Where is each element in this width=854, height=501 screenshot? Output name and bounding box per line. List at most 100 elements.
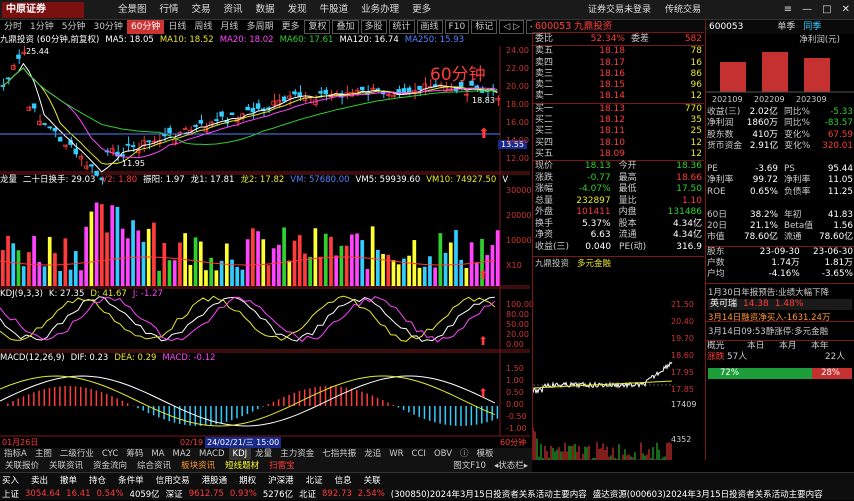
order-level[interactable]: 卖五 18.18 78	[533, 46, 704, 57]
period-tab[interactable]: ◁ ▷	[499, 20, 524, 34]
order-level[interactable]: 买五 18.09 12	[533, 149, 704, 160]
indicator-tab[interactable]: 龙量	[251, 448, 276, 460]
ticker-item[interactable]: (300850)2024年3月15日投资者关系活动主要内容	[391, 488, 587, 500]
menu-item[interactable]: 全景图	[118, 0, 147, 20]
menu-icon[interactable]: ≡	[784, 0, 792, 20]
news-item[interactable]: 1月30日年报预告:业绩大幅下降	[706, 284, 854, 297]
order-level[interactable]: 买一 18.13 770	[533, 104, 704, 115]
period-tab[interactable]: 统计	[388, 20, 415, 34]
period-tab[interactable]: 月线	[216, 20, 242, 34]
login-link[interactable]: 传统交易	[665, 0, 701, 20]
trade-shortcut[interactable]: 期权	[239, 474, 256, 486]
indicator-tab[interactable]: MA2	[168, 448, 195, 460]
indicator-tab[interactable]: 七指共振	[318, 448, 360, 460]
chart-mark	[219, 260, 224, 286]
indicator-tab[interactable]: 模板	[473, 448, 498, 460]
period-tab[interactable]: 30分钟	[89, 20, 126, 34]
indicator-tab[interactable]: WR	[385, 448, 407, 460]
info-tab[interactable]: 资金流向	[88, 460, 132, 472]
trade-shortcut[interactable]: 沪深港	[268, 474, 294, 486]
indicator-tab[interactable]: 主图	[31, 448, 56, 460]
menu-item[interactable]: 牛股道	[320, 0, 349, 20]
menu-item[interactable]: 发现	[288, 0, 307, 20]
indicator-tab[interactable]: 龙追	[360, 448, 385, 460]
order-level[interactable]: 买三 18.11 25	[533, 126, 704, 137]
info-tab[interactable]: 综合资讯	[132, 460, 176, 472]
period-tab[interactable]: 叠加	[332, 20, 359, 34]
chart-mark	[375, 88, 381, 91]
tab-year[interactable]: 本年	[811, 341, 829, 352]
panel-toggle[interactable]: 图文F10	[449, 460, 490, 472]
period-tab[interactable]: 更多	[277, 20, 303, 34]
trade-shortcut[interactable]: 卖出	[31, 474, 48, 486]
menu-item[interactable]: 业务办理	[361, 0, 399, 20]
indicator-tab[interactable]: MACD	[195, 448, 228, 460]
news-item[interactable]: 3月14日09:53静涨停:多元金融	[706, 322, 854, 340]
trade-shortcut[interactable]: 条件单	[118, 474, 144, 486]
indicator-tab[interactable]: 二级行业	[56, 448, 98, 460]
period-tab[interactable]: 标记	[471, 20, 498, 34]
info-tab[interactable]: 关联报价	[0, 460, 44, 472]
period-tab[interactable]: 复权	[304, 20, 331, 34]
menu-item[interactable]: 交易	[192, 0, 211, 20]
info-tab[interactable]: 板块资讯	[176, 460, 220, 472]
period-tab[interactable]: 日线	[164, 20, 190, 34]
indicator-tab[interactable]: 主力资金	[276, 448, 318, 460]
tab-today[interactable]: 本日	[747, 341, 779, 352]
trade-shortcut[interactable]: 买入	[2, 474, 19, 486]
indicator-tab[interactable]: 筹码	[122, 448, 147, 460]
period-tab[interactable]: 画线	[416, 20, 443, 34]
period-tab[interactable]: 多周期	[242, 20, 277, 34]
trade-shortcut[interactable]: 信息	[335, 474, 352, 486]
order-level[interactable]: 买二 18.12 35	[533, 115, 704, 126]
trade-shortcut[interactable]: 撤单	[60, 474, 77, 486]
period-tab[interactable]: 周线	[190, 20, 216, 34]
trade-shortcut[interactable]: 关联	[364, 474, 381, 486]
indicator-tab[interactable]: OBV	[430, 448, 456, 460]
indicator-tab[interactable]: 指标A	[0, 448, 31, 460]
trade-shortcut[interactable]: 北证	[306, 474, 323, 486]
news-item[interactable]: 3月14日融资净买入-1631.24万	[708, 311, 830, 323]
intraday-mini-chart[interactable]	[533, 300, 673, 460]
panel-toggle[interactable]: ◂状态栏▸	[490, 460, 532, 472]
chart-area[interactable]	[0, 46, 532, 460]
login-link[interactable]: 证券交易未登录	[588, 0, 651, 20]
info-tab[interactable]: 关联资讯	[44, 460, 88, 472]
close-icon[interactable]: ✕	[842, 0, 850, 20]
trade-shortcut[interactable]: 信用交易	[156, 474, 190, 486]
ticker-item[interactable]: 盛达资源(000603)2024年3月15日投资者关系活动主要内容	[593, 488, 823, 500]
order-level[interactable]: 卖三 18.16 86	[533, 69, 704, 80]
period-tab[interactable]: F10	[444, 20, 470, 34]
order-level[interactable]: 卖一 18.14 12	[533, 91, 704, 102]
order-level[interactable]: 卖二 18.15 96	[533, 80, 704, 91]
menu-item[interactable]: 行情	[160, 0, 179, 20]
period-tab[interactable]: 5分钟	[58, 20, 90, 34]
chart-mark	[422, 83, 427, 90]
menu-item[interactable]: 数据	[256, 0, 275, 20]
popup-quote[interactable]: 英可瑞 14.38 1.48%	[708, 298, 852, 310]
order-level[interactable]: 卖四 18.17 16	[533, 58, 704, 69]
menu-item[interactable]: 更多	[412, 0, 431, 20]
minimize-icon[interactable]: —	[802, 0, 812, 20]
indicator-tab[interactable]: MA	[147, 448, 168, 460]
order-level[interactable]: 买四 18.10 12	[533, 138, 704, 149]
tab-same-quarter[interactable]: 同季	[803, 20, 821, 34]
trade-shortcut[interactable]: 持仓	[89, 474, 106, 486]
tab-single-quarter[interactable]: 单季	[777, 20, 795, 34]
indicator-tab[interactable]: ⓘ	[456, 448, 473, 460]
period-tab[interactable]: 60分钟	[126, 20, 165, 34]
trade-shortcut[interactable]: 港股通	[202, 474, 228, 486]
period-tab[interactable]: 多股	[360, 20, 387, 34]
info-tab[interactable]: 短线题材	[220, 460, 264, 472]
indicator-tab[interactable]: KDJ	[228, 448, 252, 460]
info-tab[interactable]: 扫雷宝	[264, 460, 300, 472]
indicator-tab[interactable]: CCI	[408, 448, 430, 460]
indicator-tab[interactable]: CYC	[98, 448, 122, 460]
mini-tab[interactable]: 九鼎投资	[535, 257, 569, 269]
period-tab[interactable]: 1分钟	[26, 20, 58, 34]
menu-item[interactable]: 资讯	[224, 0, 243, 20]
tab-month[interactable]: 本月	[779, 341, 811, 352]
mini-tab[interactable]: 多元金融	[577, 257, 611, 269]
period-tab[interactable]: 分时	[0, 20, 26, 34]
maximize-icon[interactable]: □	[822, 0, 831, 20]
